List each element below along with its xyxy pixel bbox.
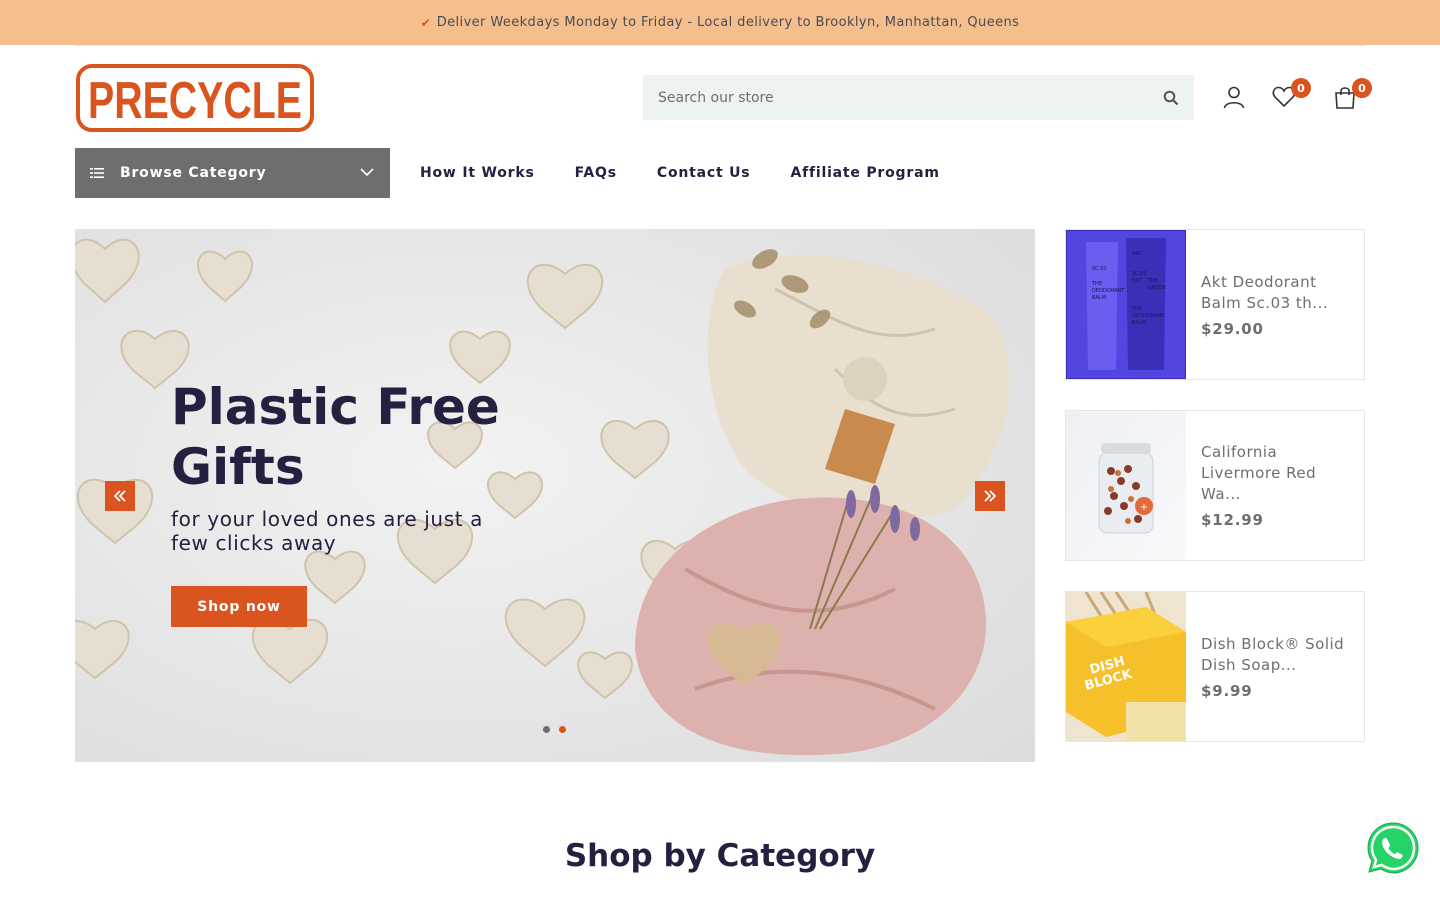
chevron-down-icon [360,168,374,177]
browse-category-label: Browse Category [120,165,267,181]
search-button[interactable] [1148,75,1194,120]
search-icon [1163,90,1179,105]
double-chevron-left-icon [113,490,126,502]
wishlist-count-badge: 0 [1291,78,1311,98]
svg-text:SC.03: SC.03 [1092,266,1107,272]
check-icon: ✔ [420,15,431,30]
slider-prev-button[interactable] [105,481,135,511]
slider-next-button[interactable] [975,481,1005,511]
product-card[interactable]: DISH BLOCK Dish Block® Solid Dish Soap..… [1065,591,1365,742]
whatsapp-button[interactable] [1362,817,1424,879]
svg-text:+: + [1140,502,1148,513]
svg-text:THE: THE [1091,281,1102,287]
product-info: Dish Block® Solid Dish Soap... $9.99 [1201,592,1351,741]
product-image[interactable]: SC.03 THE DEODORANT BALM AKT SC.03 EXT. … [1066,230,1186,379]
product-info: California Livermore Red Wa... $12.99 [1201,411,1351,560]
product-card[interactable]: SC.03 THE DEODORANT BALM AKT SC.03 EXT. … [1065,229,1365,380]
product-name[interactable]: Akt Deodorant Balm Sc.03 th... [1201,272,1351,314]
logo-text: PRECYCLE [88,72,302,130]
product-card[interactable]: + California Livermore Red Wa... $12.99 [1065,410,1365,561]
svg-text:EXT.: EXT. [1132,278,1143,284]
user-icon [1223,86,1245,109]
logo[interactable]: PRECYCLE [76,64,314,132]
slider-dots [543,726,575,733]
search-input[interactable] [643,75,1148,120]
product-name[interactable]: California Livermore Red Wa... [1201,442,1351,505]
cart-button[interactable]: 0 [1330,78,1372,112]
svg-text:AKT: AKT [1132,251,1142,257]
menu-icon [90,168,104,178]
hero-slider: Plastic Free Gifts for your loved ones a… [75,229,1035,762]
svg-text:THE: THE [1131,306,1142,312]
nav-contact-us[interactable]: Contact Us [657,165,751,181]
product-price: $29.00 [1201,319,1264,338]
product-info: Akt Deodorant Balm Sc.03 th... $29.00 [1201,230,1351,379]
search-bar [643,75,1194,120]
divider [75,45,1365,46]
shop-now-button[interactable]: Shop now [171,586,307,627]
svg-text:THE: THE [1147,278,1158,284]
whatsapp-icon [1364,819,1422,877]
wishlist-button[interactable]: 0 [1269,78,1311,112]
account-button[interactable] [1219,82,1249,112]
slider-dot-2[interactable] [559,726,566,733]
nav-how-it-works[interactable]: How It Works [420,165,535,181]
product-image[interactable]: DISH BLOCK [1066,592,1186,741]
hero-title: Plastic Free Gifts [171,378,500,496]
product-price: $12.99 [1201,511,1264,529]
cart-count-badge: 0 [1352,78,1372,98]
announcement-text: Deliver Weekdays Monday to Friday - Loca… [436,15,1020,30]
svg-text:SC.03: SC.03 [1132,271,1147,277]
nav-faqs[interactable]: FAQs [575,165,617,181]
svg-text:BALM: BALM [1092,295,1106,301]
shop-by-category-heading: Shop by Category [564,838,876,874]
announcement-bar: ✔ Deliver Weekdays Monday to Friday - Lo… [0,0,1440,45]
product-price: $9.99 [1201,681,1253,700]
product-image[interactable]: + [1066,411,1186,560]
double-chevron-right-icon [984,490,997,502]
svg-text:BALM: BALM [1132,320,1146,326]
hero-subtitle: for your loved ones are just a few click… [171,507,483,555]
product-name[interactable]: Dish Block® Solid Dish Soap... [1201,634,1351,676]
main-nav: How It Works FAQs Contact Us Affiliate P… [420,148,980,198]
slider-dot-1[interactable] [543,726,550,733]
svg-text:DEODORANT: DEODORANT [1132,313,1165,319]
svg-text:DEODORANT: DEODORANT [1092,288,1125,294]
nav-affiliate-program[interactable]: Affiliate Program [790,165,939,181]
svg-text:GREEN: GREEN [1148,285,1166,291]
browse-category-button[interactable]: Browse Category [75,148,390,198]
